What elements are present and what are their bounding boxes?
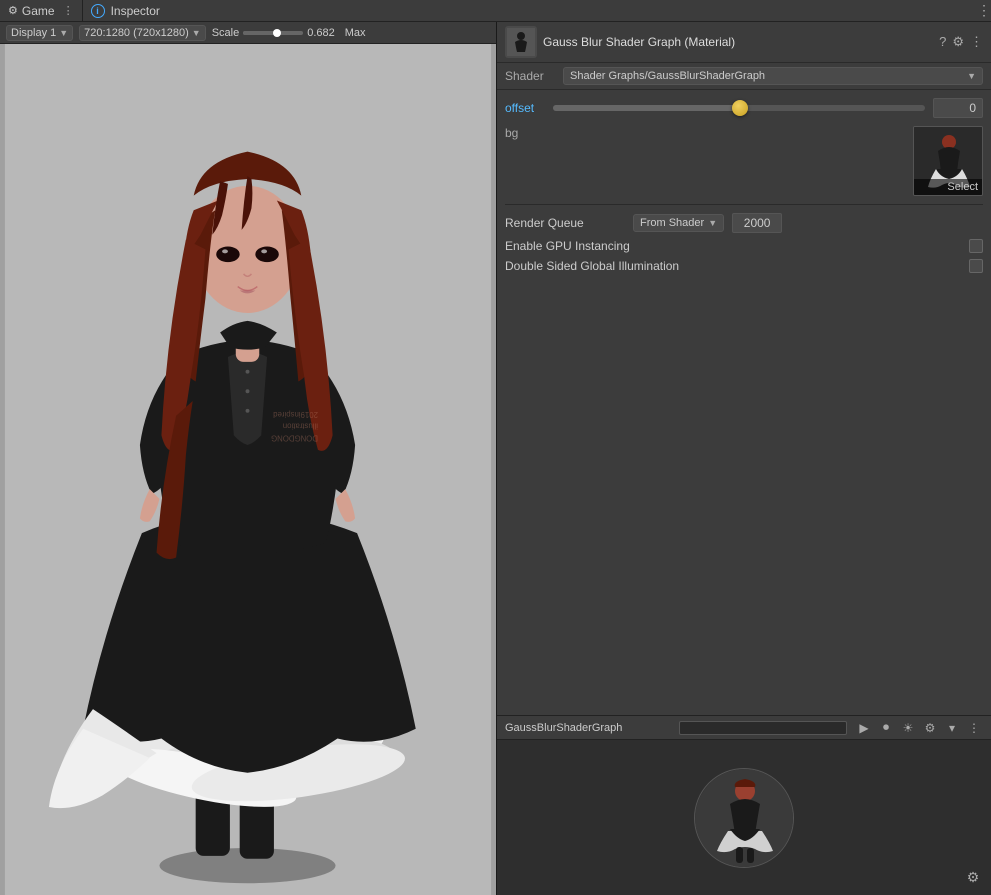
offset-value[interactable]: 0 bbox=[933, 98, 983, 118]
max-button[interactable]: Max bbox=[341, 26, 370, 40]
scale-value: 0.682 bbox=[307, 27, 335, 39]
shader-value: Shader Graphs/GaussBlurShaderGraph bbox=[570, 70, 765, 82]
texture-preview[interactable]: Select bbox=[913, 126, 983, 196]
main-area: Display 1 ▼ 720:1280 (720x1280) ▼ Scale … bbox=[0, 22, 991, 895]
tab-dots-inspector[interactable]: ⋮ bbox=[977, 2, 991, 19]
game-toolbar: Display 1 ▼ 720:1280 (720x1280) ▼ Scale … bbox=[0, 22, 496, 44]
svg-text:illustration: illustration bbox=[283, 422, 318, 431]
shader-chevron-icon: ▼ bbox=[967, 71, 976, 81]
game-tab-label: Game bbox=[22, 4, 55, 18]
top-bar: ⚙ Game ⋮ i Inspector ⋮ bbox=[0, 0, 991, 22]
bottom-preview-bar: GaussBlurShaderGraph ▶ ⏺ ☀ ⚙ ▾ ⋮ bbox=[497, 715, 991, 895]
shader-label: Shader bbox=[505, 69, 555, 83]
play-icon[interactable]: ▶ bbox=[855, 719, 873, 737]
select-label: Select bbox=[914, 179, 982, 195]
game-icon: ⚙ bbox=[8, 4, 18, 17]
inspector-panel: Gauss Blur Shader Graph (Material) ? ⚙ ⋮… bbox=[497, 22, 991, 895]
render-queue-dropdown[interactable]: From Shader ▼ bbox=[633, 214, 724, 232]
properties-area: offset 0 bg bbox=[497, 90, 991, 715]
double-sided-checkbox[interactable] bbox=[969, 259, 983, 273]
bottom-toolbar: GaussBlurShaderGraph ▶ ⏺ ☀ ⚙ ▾ ⋮ bbox=[497, 716, 991, 740]
more-icon[interactable]: ⋮ bbox=[970, 34, 983, 50]
bottom-title: GaussBlurShaderGraph bbox=[505, 722, 671, 734]
material-icon bbox=[505, 26, 537, 58]
svg-text:DONGDONG: DONGDONG bbox=[271, 433, 318, 442]
help-icon[interactable]: ? bbox=[939, 34, 946, 50]
scale-section: Scale 0.682 bbox=[212, 27, 335, 39]
double-sided-row: Double Sided Global Illumination bbox=[505, 259, 983, 273]
bottom-content: ⚙ bbox=[497, 740, 991, 895]
material-title: Gauss Blur Shader Graph (Material) bbox=[543, 35, 735, 49]
inspector-tab-label: Inspector bbox=[111, 4, 160, 18]
double-sided-label: Double Sided Global Illumination bbox=[505, 259, 961, 273]
bottom-gear-icon[interactable]: ⚙ bbox=[963, 867, 983, 887]
enable-gpu-label: Enable GPU Instancing bbox=[505, 239, 961, 253]
settings-icon[interactable]: ⚙ bbox=[952, 34, 964, 50]
scale-label: Scale bbox=[212, 27, 240, 39]
scale-thumb-icon bbox=[273, 29, 281, 37]
anime-figure: DONGDONG illustration 2019inspired bbox=[0, 44, 496, 895]
bg-label: bg bbox=[505, 126, 545, 140]
render-queue-row: Render Queue From Shader ▼ 2000 bbox=[505, 213, 983, 233]
bg-row: bg Select bbox=[505, 126, 983, 196]
resolution-label: 720:1280 (720x1280) bbox=[84, 27, 189, 39]
enable-gpu-row: Enable GPU Instancing bbox=[505, 239, 983, 253]
preview-settings-icon[interactable]: ⚙ bbox=[921, 719, 939, 737]
offset-label: offset bbox=[505, 101, 545, 115]
scale-slider[interactable] bbox=[243, 31, 303, 35]
bottom-more-icon[interactable]: ⋮ bbox=[965, 719, 983, 737]
resolution-dropdown[interactable]: 720:1280 (720x1280) ▼ bbox=[79, 25, 206, 41]
resolution-chevron-icon: ▼ bbox=[192, 28, 201, 38]
scale-slider-fill bbox=[243, 31, 273, 35]
offset-slider-fill bbox=[553, 105, 739, 111]
svg-text:2019inspired: 2019inspired bbox=[273, 410, 318, 419]
game-viewport: DONGDONG illustration 2019inspired bbox=[0, 44, 496, 895]
shader-dropdown[interactable]: Shader Graphs/GaussBlurShaderGraph ▼ bbox=[563, 67, 983, 85]
divider-1 bbox=[505, 204, 983, 205]
display-chevron-icon: ▼ bbox=[59, 28, 68, 38]
chevron-down-icon[interactable]: ▾ bbox=[943, 719, 961, 737]
preview-circle bbox=[694, 768, 794, 868]
record-icon[interactable]: ⏺ bbox=[877, 719, 895, 737]
shader-row: Shader Shader Graphs/GaussBlurShaderGrap… bbox=[497, 63, 991, 90]
display-dropdown[interactable]: Display 1 ▼ bbox=[6, 25, 73, 41]
render-queue-value[interactable]: 2000 bbox=[732, 213, 782, 233]
offset-row: offset 0 bbox=[505, 98, 983, 118]
render-queue-chevron-icon: ▼ bbox=[708, 218, 717, 228]
render-queue-type: From Shader bbox=[640, 217, 704, 229]
tab-dots-game[interactable]: ⋮ bbox=[63, 4, 74, 17]
enable-gpu-checkbox[interactable] bbox=[969, 239, 983, 253]
info-icon-inspector: i bbox=[91, 4, 105, 18]
offset-slider[interactable] bbox=[553, 105, 925, 111]
material-header-icons: ? ⚙ ⋮ bbox=[939, 34, 983, 50]
offset-slider-knob[interactable] bbox=[732, 100, 748, 116]
sun-icon[interactable]: ☀ bbox=[899, 719, 917, 737]
game-tab[interactable]: ⚙ Game ⋮ bbox=[0, 0, 83, 21]
game-panel: Display 1 ▼ 720:1280 (720x1280) ▼ Scale … bbox=[0, 22, 497, 895]
render-queue-label: Render Queue bbox=[505, 216, 625, 230]
display-label: Display 1 bbox=[11, 27, 56, 39]
